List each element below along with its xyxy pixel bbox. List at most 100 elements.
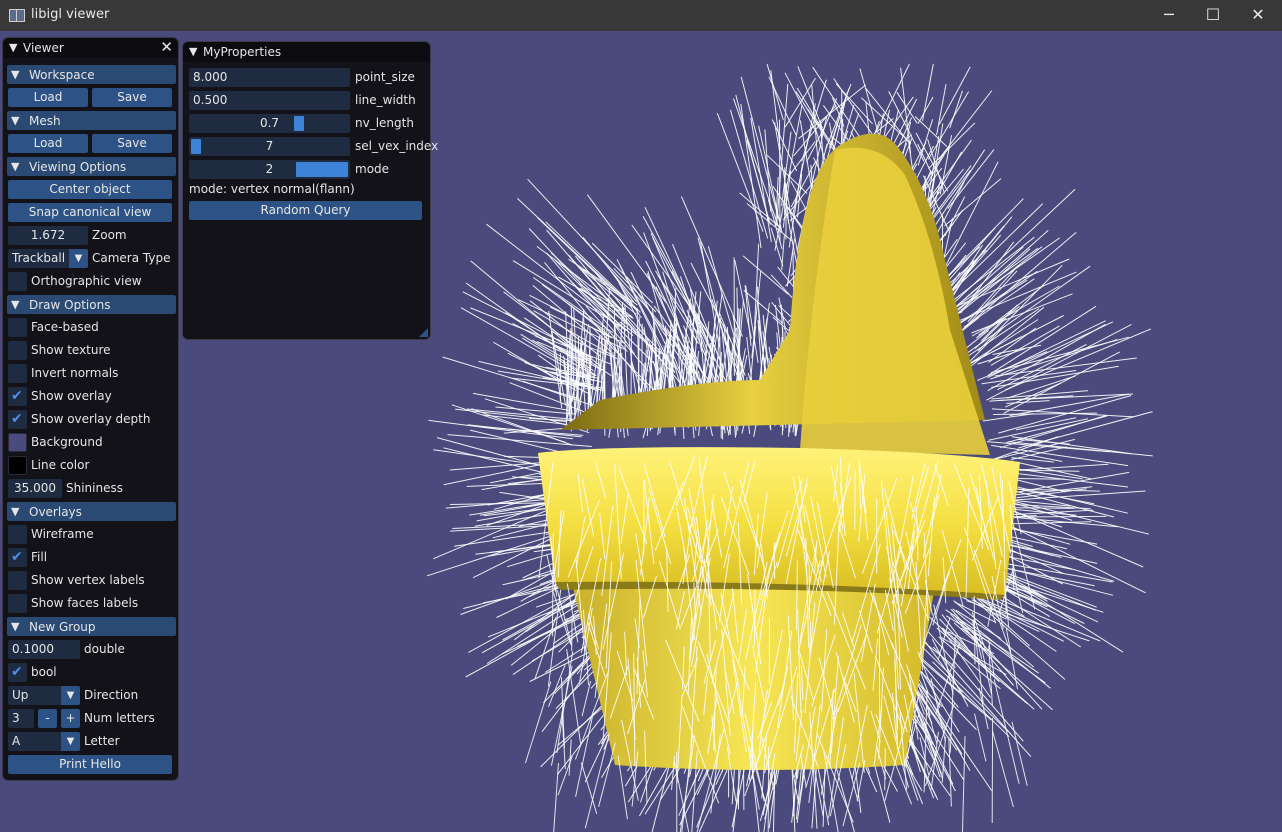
header-new-group[interactable]: ▼ New Group [7,617,176,636]
vertex-normal-line [1006,471,1129,488]
bool-checkbox[interactable]: ✔ [8,663,27,682]
print-hello-button[interactable]: Print Hello [8,755,172,774]
viewer-panel-title: Viewer [23,41,64,55]
show-texture-checkbox[interactable] [8,341,27,360]
resize-grip-icon[interactable] [419,328,428,337]
header-viewing-options-label: Viewing Options [29,160,127,174]
line-color-swatch[interactable] [8,456,27,475]
num-letters-input[interactable]: 3 [8,709,34,728]
background-color-swatch[interactable] [8,433,27,452]
vertex-normal-line [553,762,559,832]
vertex-normal-line [781,234,785,271]
faces-labels-label: Show faces labels [31,596,139,610]
vertex-normal-line [770,70,781,150]
random-query-button[interactable]: Random Query [189,201,422,220]
header-overlays[interactable]: ▼ Overlays [7,502,176,521]
face-based-label: Face-based [31,320,99,334]
camera-type-label: Camera Type [92,251,171,265]
bool-label: bool [31,665,57,679]
vertex-normal-line [735,94,770,222]
vertex-normal-line [739,192,782,230]
fill-checkbox[interactable]: ✔ [8,548,27,567]
workspace-load-button[interactable]: Load [8,88,88,107]
vertex-normal-line [915,132,949,192]
nv-length-label: nv_length [355,116,414,130]
vertex-labels-checkbox[interactable] [8,571,27,590]
nv-length-slider[interactable]: 0.7 [189,114,350,133]
line-width-label: line_width [355,93,416,107]
collapse-arrow-icon[interactable]: ▼ [189,45,197,58]
vertex-normal-line [766,63,784,121]
collapse-arrow-icon[interactable]: ▼ [9,41,17,54]
my-properties-titlebar[interactable]: ▼ MyProperties [183,42,430,62]
vertex-normal-line [930,731,939,790]
vertex-normal-line [992,730,1014,808]
vertex-normal-line [949,90,963,129]
wireframe-checkbox[interactable] [8,525,27,544]
invert-normals-label: Invert normals [31,366,119,380]
point-size-input[interactable]: 8.000 [189,68,350,87]
invert-normals-checkbox[interactable] [8,364,27,383]
checkmark-icon: ✔ [11,411,23,427]
chevron-down-icon[interactable]: ▼ [61,686,80,705]
vertex-normal-line [1019,463,1109,471]
vertex-normal-line [986,441,1110,453]
mode-slider[interactable]: 2 [189,160,350,179]
vertex-normal-line [729,109,769,239]
close-icon[interactable]: ✕ [1235,0,1281,31]
camera-type-value: Trackball [12,251,66,265]
header-workspace-label: Workspace [29,68,95,82]
checkmark-icon: ✔ [11,664,23,680]
decrement-button[interactable]: - [38,709,57,728]
maximize-icon[interactable]: ☐ [1190,0,1236,31]
chevron-down-icon[interactable]: ▼ [69,249,88,268]
camera-type-select[interactable]: Trackball ▼ [8,249,88,268]
chevron-down-icon: ▼ [11,68,20,81]
shininess-label: Shininess [66,481,123,495]
vertex-normal-line [974,713,987,762]
orthographic-checkbox[interactable] [8,272,27,291]
viewer-panel-titlebar[interactable]: ▼ Viewer ✕ [3,38,178,58]
shininess-input[interactable]: 35.000 [8,479,62,498]
header-draw-options[interactable]: ▼ Draw Options [7,295,176,314]
close-icon[interactable]: ✕ [160,39,173,55]
mesh-load-button[interactable]: Load [8,134,88,153]
letter-select[interactable]: A ▼ [8,732,80,751]
checkmark-icon: ✔ [11,388,23,404]
double-input[interactable]: 0.1000 [8,640,80,659]
workspace-save-button[interactable]: Save [92,88,172,107]
face-based-checkbox[interactable] [8,318,27,337]
header-workspace[interactable]: ▼ Workspace [7,65,176,84]
zoom-label: Zoom [92,228,127,242]
sel-vex-index-slider[interactable]: 7 [189,137,350,156]
vertex-labels-label: Show vertex labels [31,573,145,587]
vertex-normal-line [613,267,657,313]
vertex-normal-line [631,224,716,342]
line-width-input[interactable]: 0.500 [189,91,350,110]
vertex-normal-line [598,742,616,808]
direction-label: Direction [84,688,139,702]
orthographic-label: Orthographic view [31,274,142,288]
center-object-button[interactable]: Center object [8,180,172,199]
show-overlay-depth-checkbox[interactable]: ✔ [8,410,27,429]
mesh-save-button[interactable]: Save [92,134,172,153]
header-viewing-options[interactable]: ▼ Viewing Options [7,157,176,176]
header-mesh[interactable]: ▼ Mesh [7,111,176,130]
zoom-input[interactable]: 1.672 [8,226,88,245]
faces-labels-checkbox[interactable] [8,594,27,613]
vertex-normal-line [971,285,1060,337]
show-overlay-checkbox[interactable]: ✔ [8,387,27,406]
chevron-down-icon[interactable]: ▼ [61,732,80,751]
vertex-normal-line [917,96,934,125]
vertex-normal-line [1011,721,1028,786]
vertex-normal-line [740,103,762,249]
minimize-icon[interactable]: ─ [1146,0,1192,31]
show-overlay-label: Show overlay [31,389,112,403]
snap-canonical-view-button[interactable]: Snap canonical view [8,203,172,222]
increment-button[interactable]: + [61,709,80,728]
direction-select[interactable]: Up ▼ [8,686,80,705]
vertex-normal-line [547,589,562,687]
vertex-normal-line [774,105,803,251]
vertex-normal-line [992,344,1042,355]
num-letters-label: Num letters [84,711,155,725]
